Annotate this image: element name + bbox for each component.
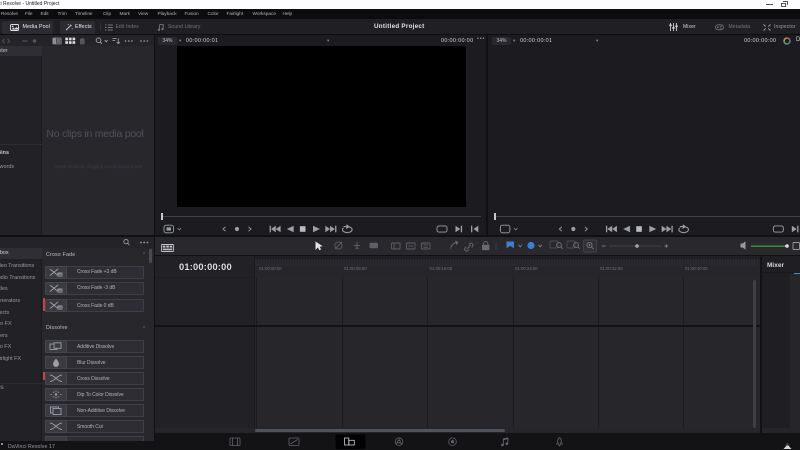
svg-text:dB: dB bbox=[58, 289, 63, 293]
svg-text:dB: dB bbox=[58, 306, 63, 310]
svg-text:dB: dB bbox=[58, 273, 63, 277]
